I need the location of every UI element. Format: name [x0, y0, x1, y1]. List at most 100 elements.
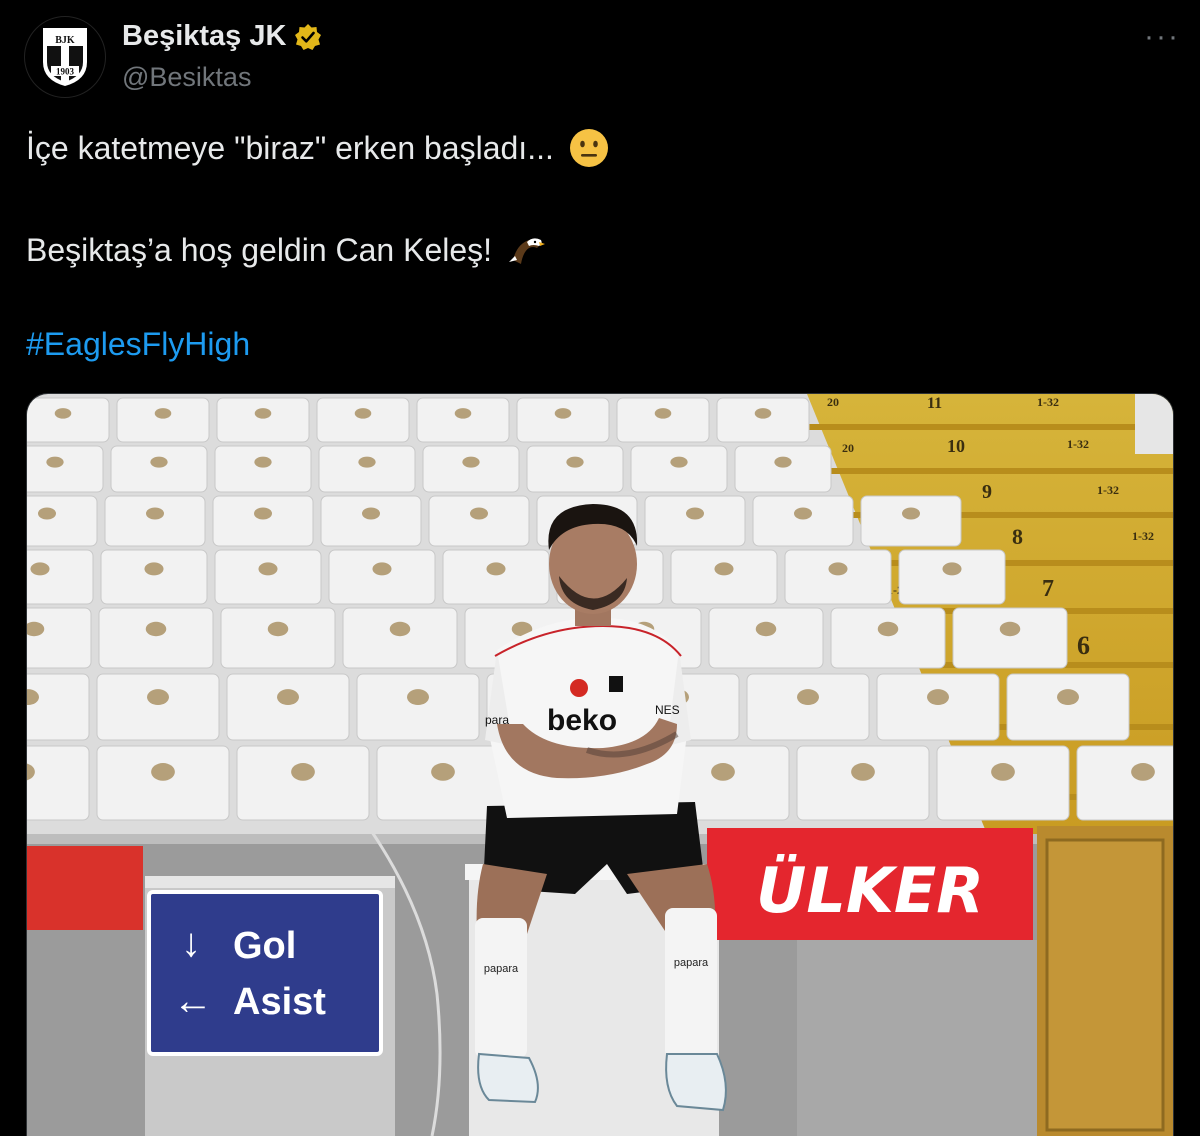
seat [876, 673, 1000, 741]
seat [214, 445, 312, 493]
seat-label: 1-32 [1067, 437, 1089, 451]
seat [27, 745, 90, 821]
seat-logo [774, 456, 792, 468]
row-number: 7 [1042, 576, 1054, 602]
seat-logo [927, 689, 949, 706]
seat [328, 549, 436, 605]
avatar[interactable]: BJK 1903 [24, 16, 106, 98]
seat [356, 673, 480, 741]
hashtag-link[interactable]: #EaglesFlyHigh [26, 326, 250, 363]
seat [630, 445, 728, 493]
seat-label: 20 [842, 441, 854, 455]
seat [316, 397, 410, 443]
seat [428, 495, 530, 547]
seat-logo [711, 763, 735, 781]
seat-logo [291, 763, 315, 781]
seat-logo [828, 562, 848, 576]
sign-gol: Gol [233, 925, 296, 967]
tweet-media[interactable]: 11 10 9 8 7 6 5 4 1-32 1-32 1-32 1-32 1-… [26, 393, 1174, 1136]
gol-asist-sign: ↓ Gol ← Asist [147, 890, 383, 1056]
eagle-emoji [508, 238, 545, 264]
seat [214, 549, 322, 605]
seat [110, 445, 208, 493]
seat-logo [670, 456, 688, 468]
author-name-row[interactable]: Beşiktaş JK [122, 20, 322, 53]
verified-badge-icon [295, 23, 322, 50]
seat [27, 549, 94, 605]
seat-logo [147, 689, 169, 706]
seat-logo [566, 456, 584, 468]
seat [422, 445, 520, 493]
seat-logo [1131, 763, 1155, 781]
row-number: 11 [927, 395, 942, 412]
seat [220, 607, 336, 669]
seat-logo [999, 621, 1021, 637]
seat [27, 445, 104, 493]
seat [898, 549, 1006, 605]
tweet-line-1-text: İçe katetmeye "biraz" erken başladı... [26, 130, 554, 166]
tweet-line-2: Beşiktaş’a hoş geldin Can Keleş! [26, 230, 547, 270]
seat [616, 397, 710, 443]
seat [236, 745, 370, 821]
seat-logo [942, 562, 962, 576]
seat-label: 20 [827, 395, 839, 409]
sign-asist: Asist [233, 981, 326, 1023]
ulker-ad-board: ÜLKER [707, 828, 1033, 940]
seat [830, 607, 946, 669]
more-options-button[interactable]: ··· [1144, 20, 1180, 54]
seat [952, 607, 1068, 669]
row-number: 10 [947, 436, 965, 456]
author-display-name[interactable]: Beşiktaş JK [122, 20, 286, 53]
seat-logo [258, 562, 278, 576]
seat-logo [462, 456, 480, 468]
seat-logo [46, 456, 64, 468]
neutral-face-emoji [569, 129, 608, 167]
seat [1006, 673, 1130, 741]
seat [27, 673, 90, 741]
seat [860, 495, 962, 547]
avatar-text: BJK [55, 35, 75, 46]
seat [104, 495, 206, 547]
seat-logo [254, 507, 272, 520]
seat [784, 549, 892, 605]
seat [320, 495, 422, 547]
seat-label: 1-32 [1132, 529, 1154, 543]
seat-logo [794, 507, 812, 520]
seat [27, 495, 98, 547]
seat-logo [714, 562, 734, 576]
seat [318, 445, 416, 493]
seat-logo [150, 456, 168, 468]
seat [936, 745, 1070, 821]
seat [1076, 745, 1173, 821]
seat-logo [754, 408, 772, 419]
seat [96, 745, 230, 821]
seat [752, 495, 854, 547]
seat [116, 397, 210, 443]
seat-label: 1-32 [1037, 395, 1059, 409]
seat [216, 397, 310, 443]
seat-logo [991, 763, 1015, 781]
seat [226, 673, 350, 741]
seat [708, 607, 824, 669]
seat [442, 549, 550, 605]
jersey-sponsor: beko [547, 704, 617, 737]
seat-logo [38, 507, 56, 520]
seat-logo [151, 763, 175, 781]
seat-logo [362, 507, 380, 520]
author-handle[interactable]: @Besiktas [122, 62, 251, 93]
tweet-line-2-text: Beşiktaş’a hoş geldin Can Keleş! [26, 232, 493, 268]
sock-text-left: papara [484, 963, 519, 975]
seat [342, 607, 458, 669]
row-number: 6 [1077, 631, 1090, 660]
seat-logo [146, 507, 164, 520]
seat-logo [486, 562, 506, 576]
seat-logo [54, 408, 72, 419]
seat-logo [902, 507, 920, 520]
seat [96, 673, 220, 741]
seat-logo [277, 689, 299, 706]
seat-logo [654, 408, 672, 419]
sock-text-right: papara [674, 957, 709, 969]
seat-logo [254, 408, 272, 419]
seat-logo [454, 408, 472, 419]
seat-logo [144, 562, 164, 576]
